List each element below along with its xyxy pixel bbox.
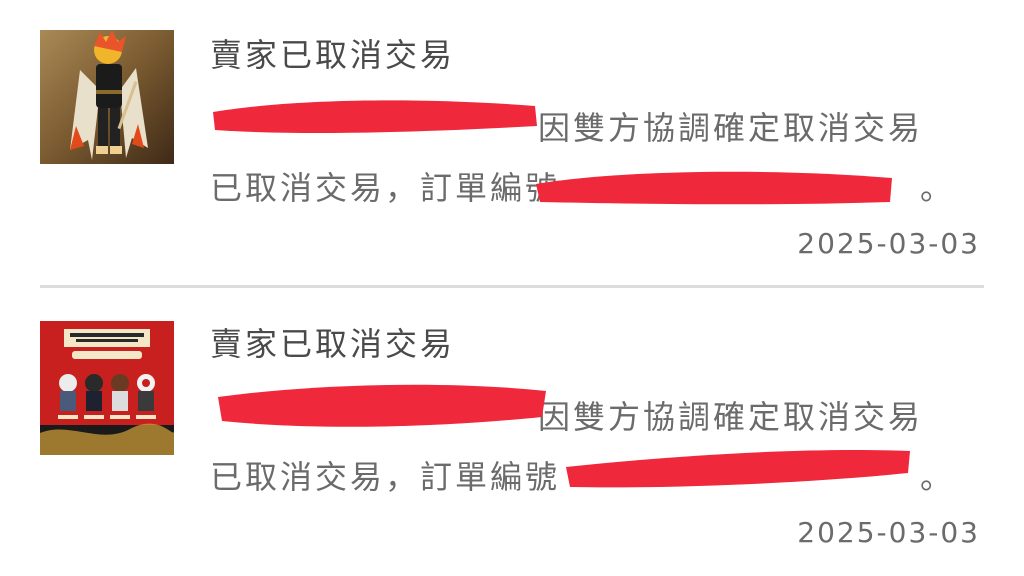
message-text: 已取消交易，訂單編號 [210,169,561,207]
notification-date: 2025-03-03 [797,516,980,549]
message-text: 因雙方協調確定取消交易 [538,398,924,436]
notification-date: 2025-03-03 [797,227,980,260]
notification-card[interactable]: 賣家已取消交易 因雙方協調確定取消交易 已取消交易，訂單編號 。 2025-03-… [0,0,1024,287]
product-thumbnail[interactable] [40,321,174,455]
notification-title: 賣家已取消交易 [210,36,456,74]
redaction-mark [536,171,892,205]
notification-list: 賣家已取消交易 因雙方協調確定取消交易 已取消交易，訂單編號。 2025-03-… [0,0,1024,576]
message-text: 已取消交易，訂單編號 [210,458,561,496]
redaction-mark [213,100,537,133]
notification-title: 賣家已取消交易 [210,325,456,363]
product-thumbnail[interactable] [40,30,174,164]
message-text: 因雙方協調確定取消交易 [538,109,924,147]
redaction-mark [218,384,546,427]
notification-card[interactable]: 賣家已取消交易 因雙方協調確定取消交易 已取消交易，訂單編號 。 2025-03-… [0,289,1024,576]
divider [40,285,984,288]
redaction-mark [566,449,910,488]
sentence-end: 。 [920,169,956,207]
sentence-end: 。 [920,458,956,496]
